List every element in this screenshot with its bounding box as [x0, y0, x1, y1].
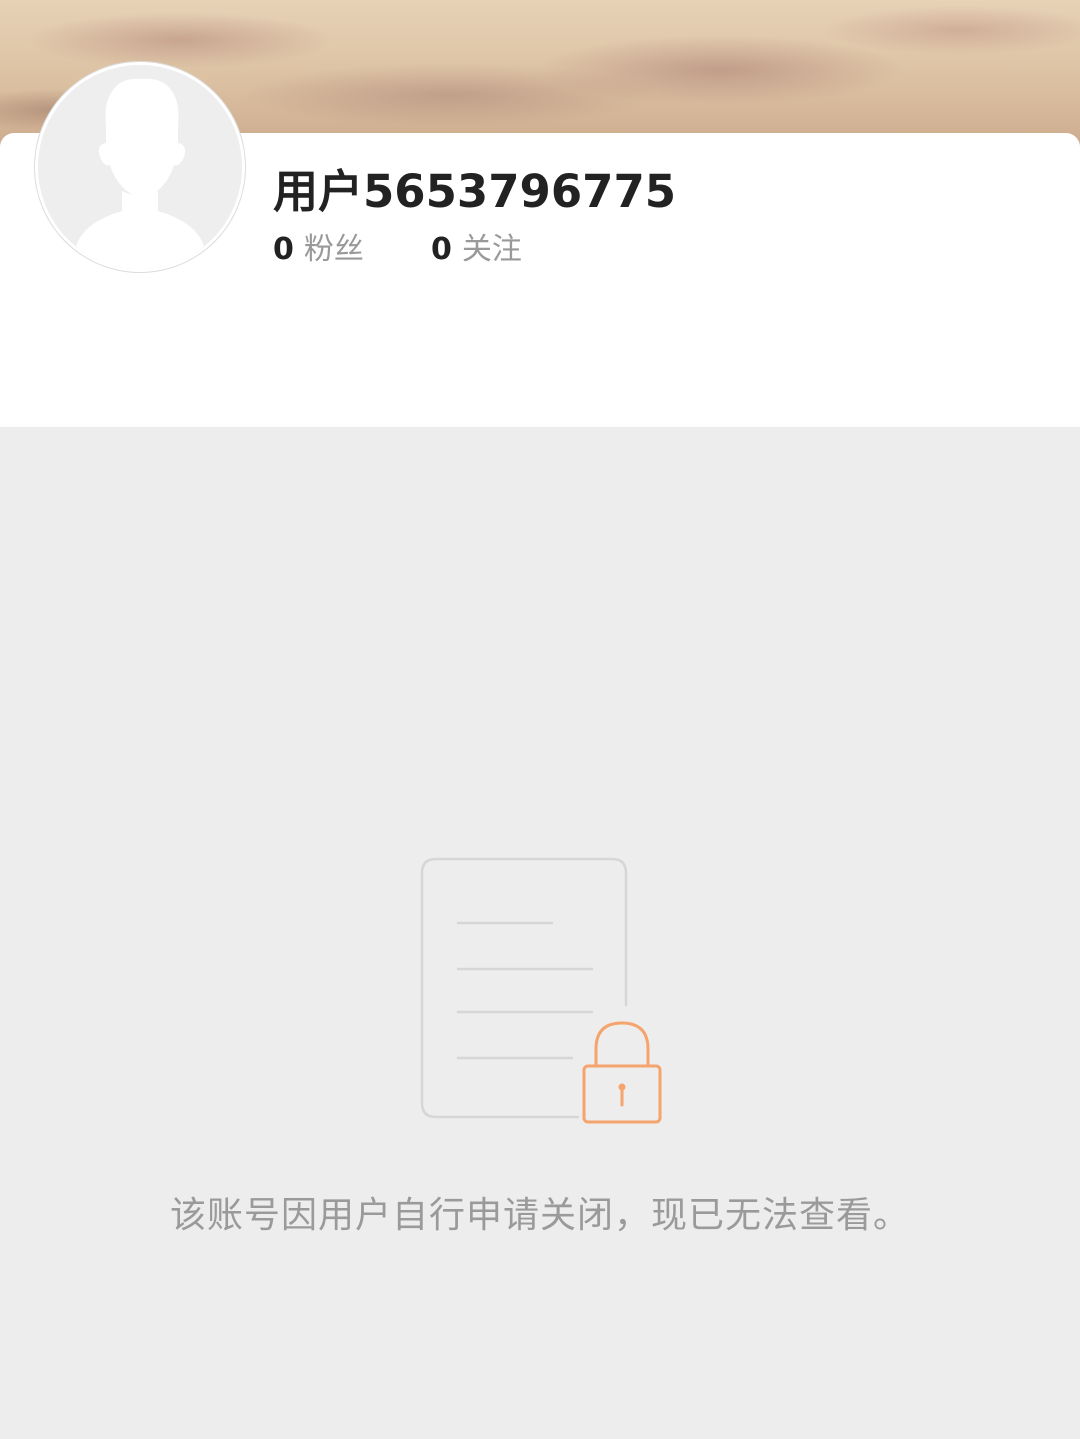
fans-stat[interactable]: 0 粉丝: [273, 224, 364, 268]
following-stat[interactable]: 0 关注: [431, 224, 522, 268]
profile-page: 用户5653796775 0 粉丝 0 关注 该账号因用户自行申请关闭，现已无法查看…: [0, 0, 1080, 1439]
fans-count: 0: [273, 232, 294, 267]
avatar[interactable]: [35, 62, 245, 272]
document-lock-icon: [418, 855, 668, 1130]
username: 用户5653796775: [273, 165, 677, 218]
default-avatar-icon: [38, 65, 242, 269]
fans-label: 粉丝: [303, 232, 364, 267]
following-count: 0: [431, 232, 452, 267]
account-closed-message: 该账号因用户自行申请关闭，现已无法查看。: [169, 1195, 910, 1236]
following-label: 关注: [461, 232, 522, 267]
